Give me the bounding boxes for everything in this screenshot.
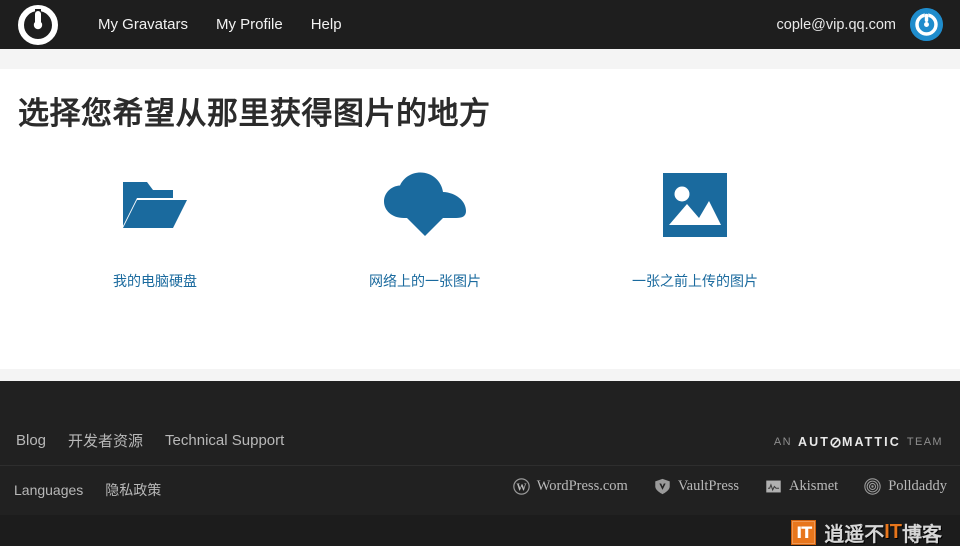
option-previous-upload[interactable]: 一张之前上传的图片 — [560, 169, 830, 291]
gravatar-upload-page: My Gravatars My Profile Help cople@vip.q… — [0, 0, 960, 546]
account-area: cople@vip.qq.com — [777, 0, 960, 49]
footer-secondary-row: Languages 隐私政策 W WordPress.com VaultPres… — [0, 466, 960, 514]
upload-source-options: 我的电脑硬盘 网络上的一张图片 一张之前上传的图片 — [0, 169, 960, 291]
option-previous-upload-label: 一张之前上传的图片 — [632, 273, 758, 289]
cloud-download-icon — [290, 169, 560, 241]
automattic-name-part1: AUT — [797, 435, 830, 449]
top-navigation-bar: My Gravatars My Profile Help cople@vip.q… — [0, 0, 960, 49]
akismet-icon — [766, 480, 781, 493]
brand-link-akismet[interactable]: Akismet — [765, 478, 838, 495]
vaultpress-shield-icon — [655, 478, 670, 495]
watermark-text-part1: 逍遥不 — [824, 524, 885, 546]
wordpress-icon: W — [513, 478, 530, 495]
photo-image-icon — [560, 169, 830, 241]
watermark-bar: IT 逍遥不 IT 博客 — [0, 515, 960, 546]
footer-link-blog[interactable]: Blog — [16, 432, 46, 449]
svg-text:W: W — [516, 482, 527, 493]
footer-primary-links: Blog 开发者资源 Technical Support — [16, 430, 306, 451]
watermark-badge: IT — [791, 520, 817, 545]
main-content: 选择您希望从那里获得图片的地方 我的电脑硬盘 网络上的一张图片 一张之前上传的图… — [0, 69, 960, 369]
option-web-image-label: 网络上的一张图片 — [369, 273, 481, 289]
nav-item-help[interactable]: Help — [297, 0, 356, 49]
brand-label-vaultpress: VaultPress — [677, 478, 740, 494]
footer-secondary-links: Languages 隐私政策 — [14, 480, 183, 500]
watermark-text-part2: 博客 — [902, 524, 942, 546]
brand-label-wordpress: WordPress.com — [536, 478, 628, 494]
page-title: 选择您希望从那里获得图片的地方 — [18, 96, 491, 131]
brand-label-polldaddy: Polldaddy — [888, 478, 947, 494]
footer-link-privacy-policy[interactable]: 隐私政策 — [105, 480, 161, 500]
automattic-credit: AN AUT MATTIC TEAM — [774, 435, 943, 449]
gravatar-avatar-icon — [910, 8, 943, 41]
brand-link-wordpress[interactable]: W WordPress.com — [513, 478, 628, 495]
option-local-drive-label: 我的电脑硬盘 — [113, 273, 197, 289]
automattic-name-part2: MATTIC — [841, 435, 901, 449]
automattic-slashed-o-icon — [830, 436, 842, 448]
watermark-text-highlight: IT — [884, 521, 902, 543]
nav-item-my-gravatars[interactable]: My Gravatars — [84, 0, 202, 49]
footer-primary-row: Blog 开发者资源 Technical Support AN AUT MATT… — [0, 381, 960, 466]
footer-brand-links: W WordPress.com VaultPress Akismet Polld… — [487, 478, 947, 495]
footer-link-developer-resources[interactable]: 开发者资源 — [68, 430, 143, 451]
option-local-drive[interactable]: 我的电脑硬盘 — [20, 169, 290, 291]
nav-item-my-profile[interactable]: My Profile — [202, 0, 297, 49]
automattic-suffix: TEAM — [906, 436, 943, 448]
watermark-text: 逍遥不 IT 博客 — [824, 518, 942, 546]
polldaddy-icon — [864, 478, 881, 495]
bottom-grey-divider — [0, 369, 960, 381]
watermark-logo: IT 逍遥不 IT 博客 — [791, 518, 942, 546]
gravatar-home-link[interactable] — [0, 4, 58, 45]
brand-label-akismet: Akismet — [789, 478, 839, 494]
option-web-image[interactable]: 网络上的一张图片 — [290, 169, 560, 291]
account-email: cople@vip.qq.com — [776, 16, 897, 33]
brand-link-vaultpress[interactable]: VaultPress — [654, 478, 739, 495]
footer-link-languages[interactable]: Languages — [14, 482, 83, 498]
page-footer: Blog 开发者资源 Technical Support AN AUT MATT… — [0, 381, 960, 515]
brand-link-polldaddy[interactable]: Polldaddy — [864, 478, 947, 495]
top-grey-divider — [0, 49, 960, 69]
footer-link-technical-support[interactable]: Technical Support — [165, 432, 284, 449]
automattic-wordmark: AUT MATTIC — [798, 435, 901, 449]
gravatar-logo-icon — [18, 4, 58, 45]
main-nav-links: My Gravatars My Profile Help — [84, 0, 356, 49]
open-folder-icon — [20, 169, 290, 241]
automattic-prefix: AN — [773, 436, 792, 448]
account-avatar-link[interactable] — [910, 8, 943, 41]
